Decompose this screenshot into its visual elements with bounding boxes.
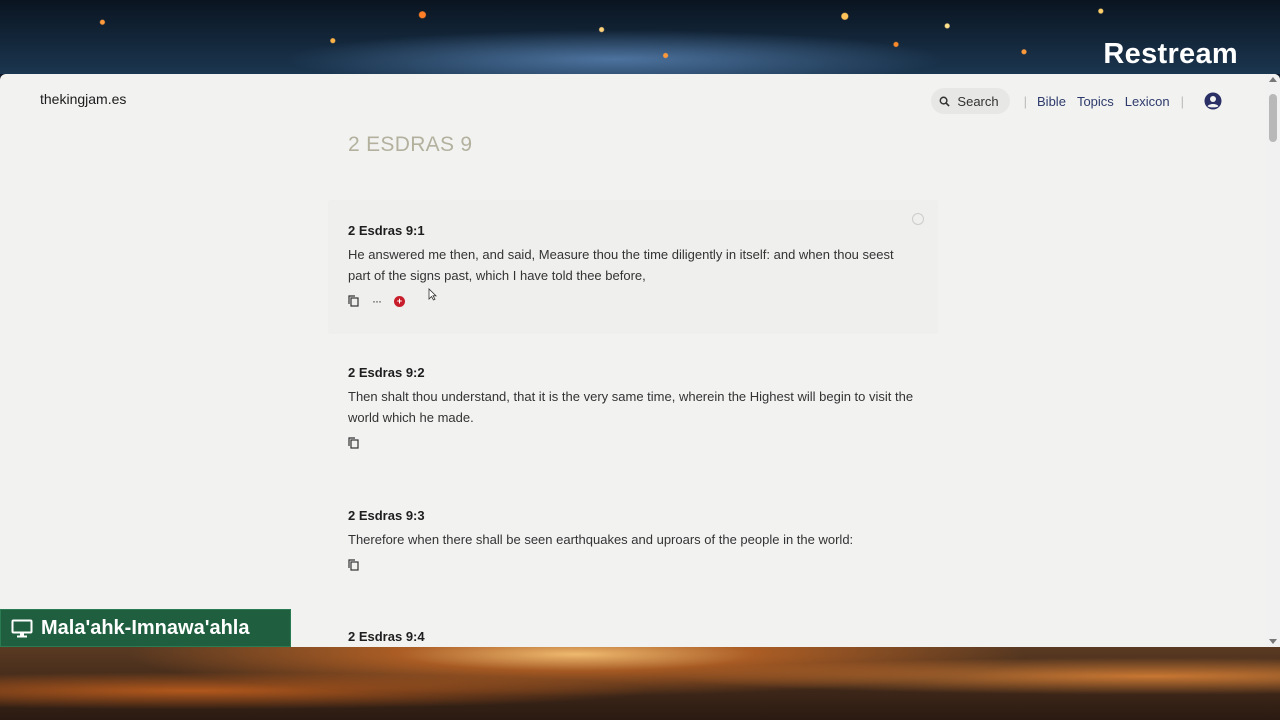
user-circle-icon[interactable] <box>1204 92 1222 110</box>
verse-text: Therefore when there shall be seen earth… <box>348 532 854 547</box>
nav-separator: | <box>1180 93 1184 109</box>
verse-text: Then shalt thou understand, that it is t… <box>348 389 914 425</box>
scroll-down-arrow-icon[interactable] <box>1269 639 1277 644</box>
copy-icon[interactable] <box>348 559 359 571</box>
copy-icon[interactable] <box>348 437 359 449</box>
red-badge-icon[interactable]: + <box>394 295 405 307</box>
vertical-scrollbar[interactable] <box>1266 74 1280 647</box>
stream-background-bottom <box>0 647 1280 720</box>
verse-card[interactable]: 2 Esdras 9:2 Then shalt thou understand,… <box>328 365 938 449</box>
nav-link-bible[interactable]: Bible <box>1037 94 1066 109</box>
verse-reference[interactable]: 2 Esdras 9:2 <box>348 365 918 380</box>
more-icon[interactable]: ··· <box>372 295 382 307</box>
nav-link-lexicon[interactable]: Lexicon <box>1125 94 1170 109</box>
stream-background-top <box>0 0 1280 74</box>
stream-source-label: Mala'ahk-Imnawa'ahla <box>0 609 291 647</box>
scroll-up-arrow-icon[interactable] <box>1269 77 1277 82</box>
search-icon <box>939 96 951 107</box>
verse-reference[interactable]: 2 Esdras 9:3 <box>348 508 918 523</box>
restream-logo: Restream <box>1103 38 1238 70</box>
monitor-icon <box>11 619 33 637</box>
copy-icon[interactable] <box>348 295 359 307</box>
verse-reference[interactable]: 2 Esdras 9:4 <box>348 629 918 644</box>
select-circle-icon[interactable] <box>912 213 924 225</box>
browser-window: thekingjam.es Search | Bible Topics Lexi… <box>0 74 1280 647</box>
verse-card[interactable]: 2 Esdras 9:1 He answered me then, and sa… <box>328 200 938 334</box>
nav-separator: | <box>1023 93 1028 109</box>
verse-text: He answered me then, and said, Measure t… <box>348 247 894 283</box>
scrollbar-thumb[interactable] <box>1269 94 1277 142</box>
search-label: Search <box>957 93 999 109</box>
verse-card[interactable]: 2 Esdras 9:3 Therefore when there shall … <box>328 508 938 571</box>
stream-source-name: Mala'ahk-Imnawa'ahla <box>41 616 250 639</box>
verse-actions <box>348 437 918 449</box>
search-button[interactable]: Search <box>931 88 1010 114</box>
chapter-title: 2 ESDRAS 9 <box>348 133 473 156</box>
verse-actions <box>348 559 918 571</box>
mouse-cursor-icon <box>428 288 437 301</box>
verse-card[interactable]: 2 Esdras 9:4 <box>328 629 938 644</box>
site-logo-link[interactable]: thekingjam.es <box>40 91 126 107</box>
verse-reference[interactable]: 2 Esdras 9:1 <box>348 223 918 238</box>
nav-link-topics[interactable]: Topics <box>1077 94 1114 109</box>
top-nav: Search | Bible Topics Lexicon | <box>931 88 1222 114</box>
